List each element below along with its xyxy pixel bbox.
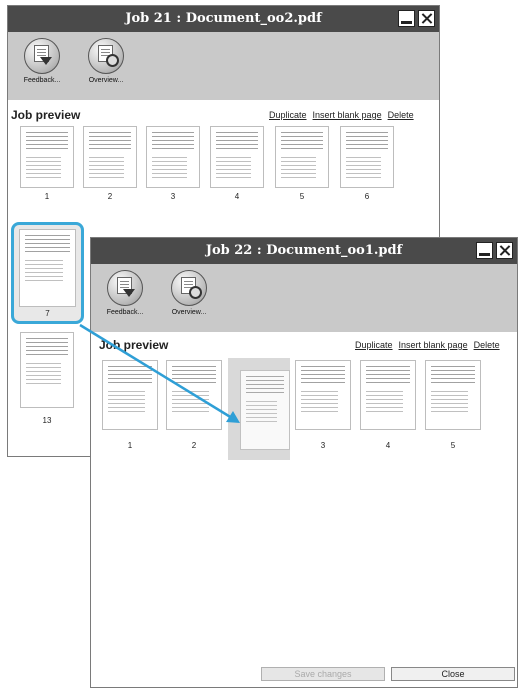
page-number: 3 (170, 192, 176, 201)
toolbar: Feedback... Overview... (91, 264, 517, 332)
close-button[interactable]: Close (391, 667, 515, 681)
page-number: 5 (299, 192, 305, 201)
drop-placeholder[interactable] (228, 358, 290, 460)
minimize-icon[interactable] (476, 242, 493, 259)
window-title-bar[interactable]: Job 21 : Document_oo2.pdf (8, 6, 439, 32)
close-icon[interactable] (418, 10, 435, 27)
delete-link[interactable]: Delete (474, 340, 500, 350)
job-preview-title: Job preview (11, 108, 81, 122)
page-number: 7 (45, 309, 50, 318)
page-number: 4 (385, 441, 391, 450)
page-thumbnail[interactable] (20, 126, 74, 188)
page-thumbnail[interactable] (295, 360, 351, 430)
page-thumbnail[interactable] (275, 126, 329, 188)
overview-button[interactable]: Overview... (76, 38, 136, 84)
page-number: 2 (107, 192, 113, 201)
page-number: 4 (234, 192, 240, 201)
page-actions: Duplicate Insert blank page Delete (269, 110, 414, 120)
page-number: 1 (127, 441, 133, 450)
page-thumbnail (19, 229, 76, 307)
feedback-icon (107, 270, 143, 306)
page-thumbnail[interactable] (146, 126, 200, 188)
selected-page-highlight[interactable]: 7 (11, 222, 84, 324)
close-icon[interactable] (496, 242, 513, 259)
page-number: 6 (364, 192, 370, 201)
insert-blank-page-link[interactable]: Insert blank page (399, 340, 468, 350)
window-title: Job 21 : Document_oo2.pdf (125, 11, 322, 26)
page-thumbnail[interactable] (166, 360, 222, 430)
duplicate-link[interactable]: Duplicate (269, 110, 307, 120)
overview-icon (88, 38, 124, 74)
overview-icon (171, 270, 207, 306)
feedback-button[interactable]: Feedback... (12, 38, 72, 84)
page-number: 1 (44, 192, 50, 201)
feedback-icon (24, 38, 60, 74)
page-thumbnail[interactable] (102, 360, 158, 430)
page-actions: Duplicate Insert blank page Delete (355, 340, 500, 350)
page-number: 13 (42, 416, 52, 425)
page-thumbnail[interactable] (425, 360, 481, 430)
page-thumbnail[interactable] (360, 360, 416, 430)
page-thumbnail[interactable] (340, 126, 394, 188)
save-changes-button[interactable]: Save changes (261, 667, 385, 681)
page-thumbnail[interactable] (210, 126, 264, 188)
duplicate-link[interactable]: Duplicate (355, 340, 393, 350)
toolbar: Feedback... Overview... (8, 32, 439, 100)
window-title: Job 22 : Document_oo1.pdf (205, 243, 403, 258)
page-thumbnail[interactable] (83, 126, 137, 188)
page-number: 5 (450, 441, 456, 450)
insert-blank-page-link[interactable]: Insert blank page (313, 110, 382, 120)
page-number: 2 (191, 441, 197, 450)
page-number: 3 (320, 441, 326, 450)
overview-button[interactable]: Overview... (159, 270, 219, 316)
window-title-bar[interactable]: Job 22 : Document_oo1.pdf (91, 238, 517, 264)
delete-link[interactable]: Delete (388, 110, 414, 120)
minimize-icon[interactable] (398, 10, 415, 27)
job-preview-title: Job preview (99, 338, 169, 352)
feedback-button[interactable]: Feedback... (95, 270, 155, 316)
page-thumbnail[interactable] (20, 332, 74, 408)
dragged-page-thumbnail (240, 370, 290, 450)
window-job-22: Job 22 : Document_oo1.pdf Feedback... Ov… (90, 237, 518, 688)
